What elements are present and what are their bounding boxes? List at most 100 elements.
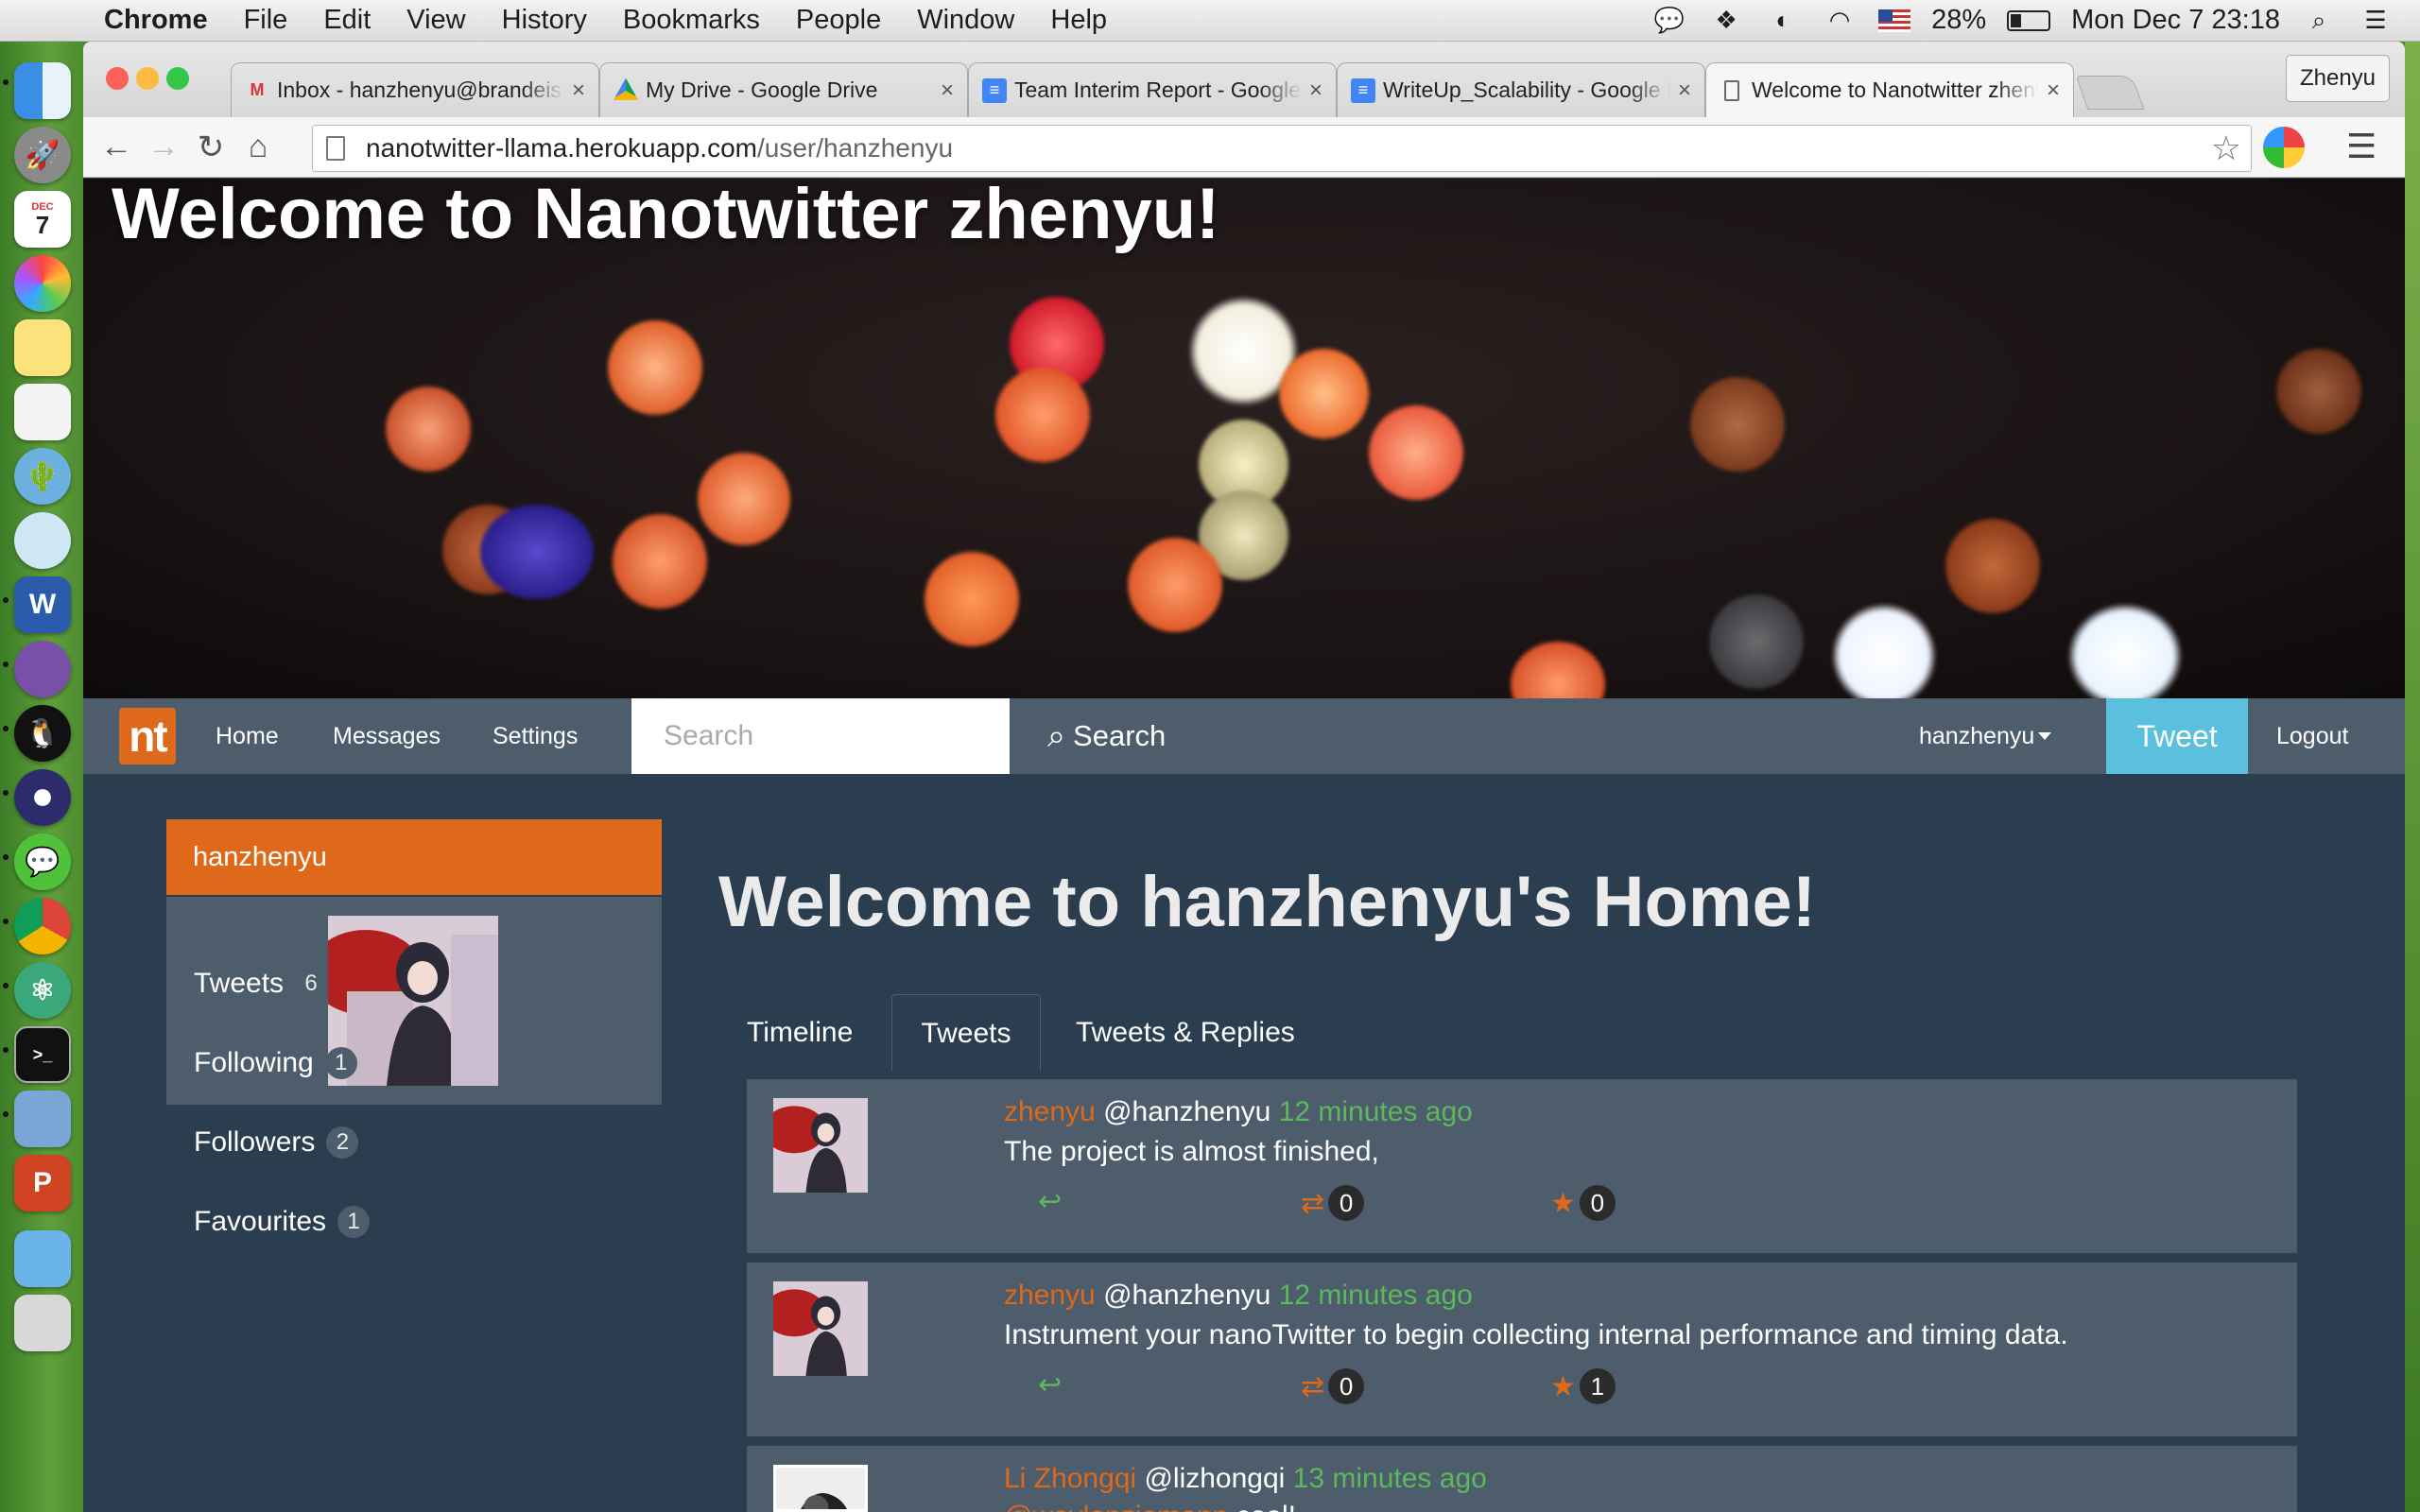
search-input[interactable] [631,698,1010,774]
favorite-action[interactable]: ★ 0 [1550,1185,1616,1221]
tab-tweets[interactable]: Tweets [891,994,1041,1072]
tweet-author-handle[interactable]: @lizhongqi [1144,1463,1285,1494]
nanotwitter-logo[interactable]: nt [119,708,176,765]
tab-close-icon[interactable]: × [572,77,585,104]
menu-file[interactable]: File [226,5,306,36]
tweet-author-name[interactable]: Li Zhongqi [1004,1463,1136,1494]
nav-home-link[interactable]: Home [216,698,279,774]
chrome-icon[interactable] [14,898,71,954]
tab-gmail[interactable]: M Inbox - hanzhenyu@brandeis.edu × [231,62,599,117]
launchpad-icon[interactable]: 🚀 [14,127,71,183]
retweet-action[interactable]: ⇄ 0 [1301,1368,1365,1404]
powerpoint-icon[interactable]: P [14,1155,71,1211]
menu-view[interactable]: View [389,5,483,36]
system-utility-icon[interactable]: 🌵 [14,448,71,505]
tab-timeline[interactable]: Timeline [718,994,881,1072]
tab-tweets-replies[interactable]: Tweets & Replies [1047,994,1323,1072]
qq-status-icon[interactable]: ◐ [1765,6,1801,35]
back-arrow-icon[interactable]: ← [93,124,140,171]
profile-card-header[interactable]: hanzhenyu [166,819,662,895]
trash-icon[interactable] [14,1295,71,1351]
menu-bookmarks[interactable]: Bookmarks [605,5,778,36]
profile-button[interactable]: Zhenyu [2286,55,2390,102]
user-menu-dropdown[interactable]: hanzhenyu [1919,698,2052,774]
zoom-window-button[interactable] [166,67,189,90]
tweet-avatar[interactable] [762,1098,868,1193]
address-bar[interactable]: nanotwitter-llama.herokuapp.com/user/han… [312,125,2252,172]
bookmark-star-icon[interactable]: ☆ [2211,129,2241,168]
github-icon[interactable] [14,641,71,697]
tweet-author-name[interactable]: zhenyu [1004,1096,1096,1127]
tweet-author-handle[interactable]: @hanzhenyu [1103,1096,1270,1127]
tab-google-drive[interactable]: My Drive - Google Drive × [599,62,968,117]
microsoft-word-icon[interactable]: W [14,576,71,633]
stat-count-badge: 6 [295,968,328,1000]
tweet-text: The project is almost finished, [1004,1136,1379,1167]
battery-icon[interactable] [2007,9,2051,31]
minimize-window-button[interactable] [136,67,159,90]
notes-icon[interactable] [14,319,71,376]
close-window-button[interactable] [106,67,129,90]
stat-tweets[interactable]: Tweets 6 [194,968,328,1000]
reload-icon[interactable]: ↻ [187,124,234,171]
finder-icon[interactable] [14,62,71,119]
notification-center-icon[interactable]: ☰ [2358,6,2394,35]
extension-icon[interactable] [2263,127,2305,168]
tweet-mention[interactable]: @waylonziemann [1004,1501,1228,1512]
wifi-icon[interactable]: ◠ [1822,6,1858,35]
tweet-avatar[interactable] [762,1281,868,1376]
tab-close-icon[interactable]: × [1309,77,1322,104]
search-button[interactable]: ⌕ Search [1047,698,1166,774]
new-tab-button[interactable] [2075,76,2145,110]
menu-edit[interactable]: Edit [305,5,389,36]
reply-icon[interactable]: ↩ [1038,1368,1062,1401]
tweet-author-handle[interactable]: @hanzhenyu [1103,1280,1270,1311]
star-icon: ★ [1550,1370,1576,1402]
photos-icon[interactable] [14,255,71,312]
tab-close-icon[interactable]: × [2047,77,2060,104]
wechat-icon[interactable]: 💬 [14,833,71,890]
dropbox-status-icon[interactable]: ❖ [1708,6,1744,35]
favorite-action[interactable]: ★ 1 [1550,1368,1616,1404]
tab-close-icon[interactable]: × [941,77,954,104]
qq-icon[interactable]: 🐧 [14,705,71,762]
atom-icon[interactable]: ⚛ [14,962,71,1019]
forward-arrow-icon[interactable]: → [140,124,187,171]
tweet-author-name[interactable]: zhenyu [1004,1280,1096,1311]
wechat-status-icon[interactable]: 💬 [1651,6,1687,35]
eclipse-icon[interactable] [14,769,71,826]
tab-nanotwitter[interactable]: Welcome to Nanotwitter zhenyu! × [1705,62,2074,117]
folder-icon[interactable] [14,1230,71,1287]
nav-settings-link[interactable]: Settings [493,698,578,774]
stat-following[interactable]: Following 1 [194,1047,357,1079]
preview-icon[interactable] [14,512,71,569]
nav-messages-link[interactable]: Messages [333,698,441,774]
menu-help[interactable]: Help [1032,5,1125,36]
menu-window[interactable]: Window [899,5,1032,36]
textedit-icon[interactable] [14,384,71,440]
stat-followers[interactable]: Followers 2 [194,1126,359,1159]
retweet-action[interactable]: ⇄ 0 [1301,1185,1365,1221]
menu-clock[interactable]: Mon Dec 7 23:18 [2071,5,2280,36]
chrome-menu-icon[interactable]: ☰ [2346,127,2377,166]
stat-favourites[interactable]: Favourites 1 [194,1206,371,1238]
tab-writeup-scalability[interactable]: ≡ WriteUp_Scalability - Google Docs × [1337,62,1705,117]
dock-running-indicator [3,983,9,988]
tweet-avatar[interactable] [773,1465,868,1512]
menu-people[interactable]: People [778,5,899,36]
tab-team-interim-report[interactable]: ≡ Team Interim Report - Google Docs × [968,62,1337,117]
reply-icon[interactable]: ↩ [1038,1185,1062,1218]
tweet-meta: Li Zhongqi @lizhongqi 13 minutes ago [1004,1463,1487,1495]
terminal-icon[interactable]: >_ [14,1026,71,1083]
calendar-icon[interactable]: DEC 7 [14,191,71,248]
home-icon[interactable]: ⌂ [234,124,282,171]
preview-photos-icon[interactable] [14,1091,71,1147]
spotlight-search-icon[interactable]: ⌕ [2301,6,2337,35]
menu-app-name[interactable]: Chrome [104,5,226,36]
tweet-button[interactable]: Tweet [2106,698,2248,774]
menu-history[interactable]: History [484,5,605,36]
tab-close-icon[interactable]: × [1678,77,1691,104]
tweet-text: Instrument your nanoTwitter to begin col… [1004,1319,2068,1350]
logout-link[interactable]: Logout [2276,698,2348,774]
us-flag-input-icon[interactable] [1878,9,1911,32]
